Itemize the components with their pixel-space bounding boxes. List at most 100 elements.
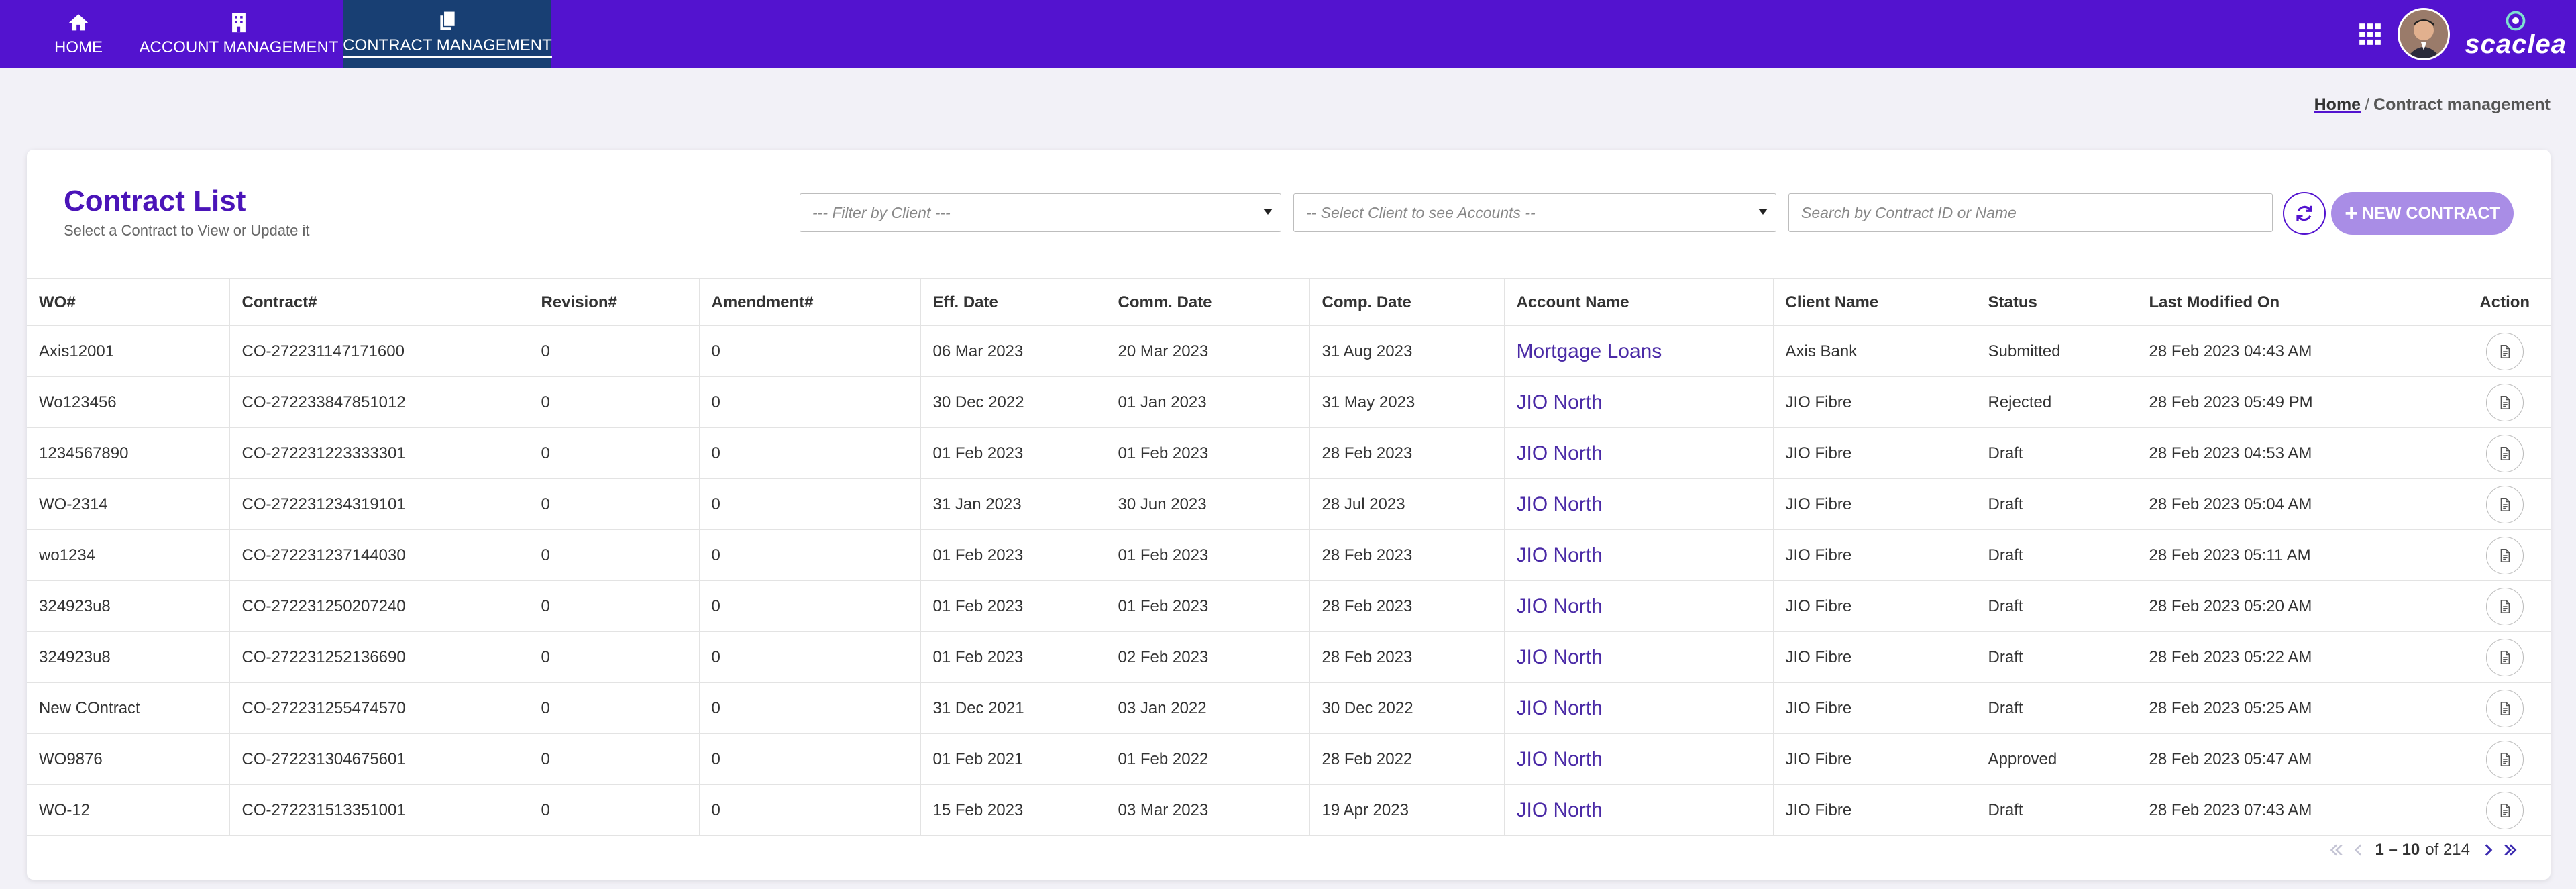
table-row[interactable]: WO9876 CO-272231304675601 0 0 01 Feb 2021 01 … xyxy=(27,733,2551,785)
column-header-revision[interactable]: Revision# xyxy=(529,278,700,326)
client-filter-select[interactable]: --- Filter by Client --- xyxy=(800,193,1281,232)
table-body: Axis12001 CO-272231147171600 0 0 06 Mar 2023… xyxy=(27,325,2551,836)
cell-comm-date: 01 Feb 2023 xyxy=(1106,427,1310,479)
table-row[interactable]: 324923u8 CO-272231252136690 0 0 01 Feb 2023 0… xyxy=(27,631,2551,683)
cell-last-modified: 28 Feb 2023 05:20 AM xyxy=(2137,580,2459,632)
view-document-button[interactable] xyxy=(2485,791,2524,829)
cell-contract: CO-272231252136690 xyxy=(229,631,529,683)
column-header-status[interactable]: Status xyxy=(1976,278,2137,326)
column-header-last-modified[interactable]: Last Modified On xyxy=(2137,278,2459,326)
cell-comp-date: 30 Dec 2022 xyxy=(1309,682,1505,734)
accounts-select[interactable]: -- Select Client to see Accounts -- xyxy=(1293,193,1776,232)
nav-contract-management-label: CONTRACT MANAGEMENT xyxy=(343,36,552,58)
cell-action xyxy=(2459,580,2551,632)
column-header-account-name[interactable]: Account Name xyxy=(1504,278,1774,326)
brand-mark-icon xyxy=(2506,11,2526,30)
table-row[interactable]: wo1234 CO-272231237144030 0 0 01 Feb 2023 01 … xyxy=(27,529,2551,581)
search-input[interactable] xyxy=(1788,193,2273,232)
table-row[interactable]: WO-2314 CO-272231234319101 0 0 31 Jan 2023 30… xyxy=(27,478,2551,530)
breadcrumb-home-link[interactable]: Home xyxy=(2314,95,2361,114)
cell-amendment: 0 xyxy=(699,376,921,428)
cell-client-name: JIO Fibre xyxy=(1773,733,1976,785)
column-header-contract[interactable]: Contract# xyxy=(229,278,529,326)
cell-status: Approved xyxy=(1976,733,2137,785)
view-document-button[interactable] xyxy=(2485,740,2524,778)
cell-action xyxy=(2459,427,2551,479)
page-subtitle: Select a Contract to View or Update it xyxy=(64,222,310,239)
table-row[interactable]: Wo123456 CO-272233847851012 0 0 30 Dec 2022 0… xyxy=(27,376,2551,428)
cell-eff-date: 01 Feb 2023 xyxy=(920,631,1106,683)
cell-account-name[interactable]: JIO North xyxy=(1504,376,1774,428)
cell-action xyxy=(2459,682,2551,734)
cell-comp-date: 28 Feb 2023 xyxy=(1309,529,1505,581)
cell-account-name[interactable]: JIO North xyxy=(1504,784,1774,836)
cell-account-name[interactable]: JIO North xyxy=(1504,478,1774,530)
previous-page-button[interactable] xyxy=(2347,839,2370,861)
column-header-amendment[interactable]: Amendment# xyxy=(699,278,921,326)
table-row[interactable]: 1234567890 CO-272231223333301 0 0 01 Feb 202… xyxy=(27,427,2551,479)
cell-contract: CO-272233847851012 xyxy=(229,376,529,428)
column-header-client-name[interactable]: Client Name xyxy=(1773,278,1976,326)
breadcrumb-current: Contract management xyxy=(2373,95,2551,114)
topbar-right: scaclea xyxy=(2357,0,2576,68)
cell-account-name[interactable]: JIO North xyxy=(1504,682,1774,734)
column-header-comp-date[interactable]: Comp. Date xyxy=(1309,278,1505,326)
table-row[interactable]: New COntract CO-272231255474570 0 0 31 Dec 2… xyxy=(27,682,2551,734)
view-document-button[interactable] xyxy=(2485,434,2524,472)
cell-eff-date: 01 Feb 2023 xyxy=(920,580,1106,632)
cell-comm-date: 20 Mar 2023 xyxy=(1106,325,1310,377)
cell-account-name[interactable]: JIO North xyxy=(1504,580,1774,632)
table-row[interactable]: WO-12 CO-272231513351001 0 0 15 Feb 2023 03 M… xyxy=(27,784,2551,836)
plus-icon: + xyxy=(2345,201,2359,226)
column-header-action: Action xyxy=(2459,278,2551,326)
cell-wo: Axis12001 xyxy=(27,325,230,377)
view-document-button[interactable] xyxy=(2485,689,2524,727)
breadcrumb-separator: / xyxy=(2365,95,2370,114)
cell-action xyxy=(2459,733,2551,785)
refresh-button[interactable] xyxy=(2283,192,2326,235)
view-document-button[interactable] xyxy=(2485,587,2524,625)
new-contract-button[interactable]: + NEW CONTRACT xyxy=(2331,192,2514,235)
column-header-wo[interactable]: WO# xyxy=(27,278,230,326)
last-page-button[interactable] xyxy=(2500,839,2522,861)
apps-grid-icon[interactable] xyxy=(2357,21,2383,47)
view-document-button[interactable] xyxy=(2485,638,2524,676)
cell-wo: WO-2314 xyxy=(27,478,230,530)
cell-client-name: JIO Fibre xyxy=(1773,478,1976,530)
cell-comm-date: 03 Jan 2022 xyxy=(1106,682,1310,734)
cell-eff-date: 01 Feb 2021 xyxy=(920,733,1106,785)
view-document-button[interactable] xyxy=(2485,383,2524,421)
cell-account-name[interactable]: Mortgage Loans xyxy=(1504,325,1774,377)
cell-wo: WO9876 xyxy=(27,733,230,785)
nav-account-management[interactable]: ACCOUNT MANAGEMENT xyxy=(134,0,343,68)
table-row[interactable]: 324923u8 CO-272231250207240 0 0 01 Feb 2023 0… xyxy=(27,580,2551,632)
cell-account-name[interactable]: JIO North xyxy=(1504,529,1774,581)
avatar[interactable] xyxy=(2398,7,2451,60)
cell-account-name[interactable]: JIO North xyxy=(1504,631,1774,683)
table-row[interactable]: Axis12001 CO-272231147171600 0 0 06 Mar 2023… xyxy=(27,325,2551,377)
cell-comp-date: 19 Apr 2023 xyxy=(1309,784,1505,836)
cell-wo: New COntract xyxy=(27,682,230,734)
double-chevron-right-icon xyxy=(2504,844,2517,856)
next-page-button[interactable] xyxy=(2477,839,2500,861)
cell-revision: 0 xyxy=(529,529,700,581)
cell-client-name: JIO Fibre xyxy=(1773,529,1976,581)
view-document-button[interactable] xyxy=(2485,332,2524,370)
cell-status: Draft xyxy=(1976,427,2137,479)
cell-amendment: 0 xyxy=(699,478,921,530)
cell-revision: 0 xyxy=(529,325,700,377)
cell-status: Draft xyxy=(1976,682,2137,734)
nav-home[interactable]: HOME xyxy=(28,0,129,68)
column-header-comm-date[interactable]: Comm. Date xyxy=(1106,278,1310,326)
view-document-button[interactable] xyxy=(2485,536,2524,574)
first-page-button[interactable] xyxy=(2324,839,2347,861)
cell-client-name: JIO Fibre xyxy=(1773,427,1976,479)
nav-contract-management[interactable]: CONTRACT MANAGEMENT xyxy=(343,0,552,68)
cell-account-name[interactable]: JIO North xyxy=(1504,733,1774,785)
user-avatar-icon xyxy=(2400,9,2449,58)
cell-account-name[interactable]: JIO North xyxy=(1504,427,1774,479)
column-header-eff-date[interactable]: Eff. Date xyxy=(920,278,1106,326)
view-document-button[interactable] xyxy=(2485,485,2524,523)
cell-amendment: 0 xyxy=(699,733,921,785)
cell-amendment: 0 xyxy=(699,682,921,734)
